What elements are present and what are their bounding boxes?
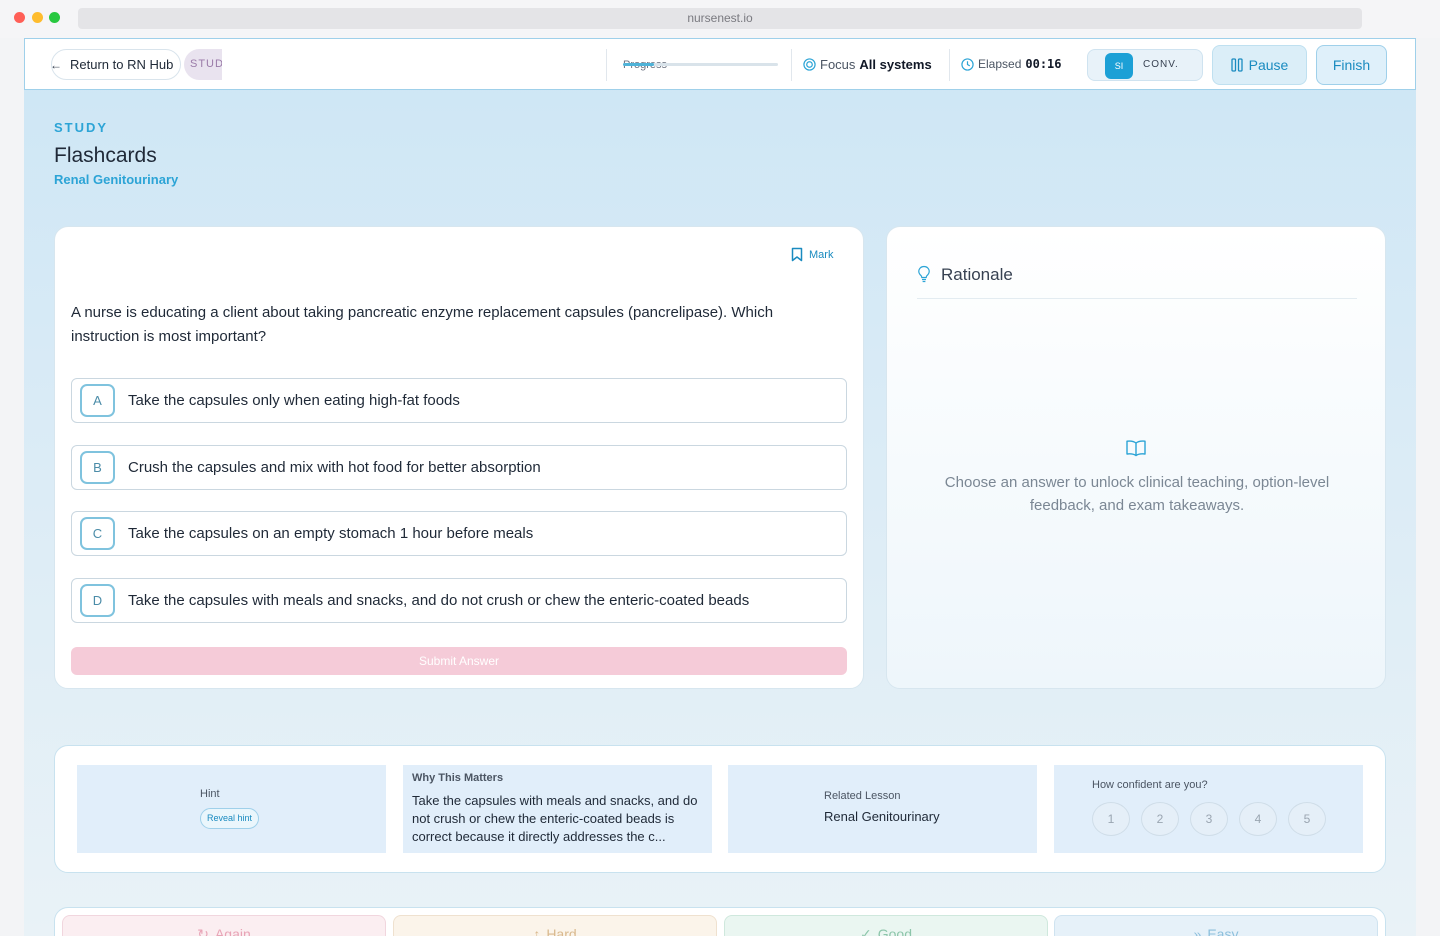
hint-label: Hint — [200, 788, 220, 800]
focus-value: All systems — [859, 57, 932, 72]
option-letter: A — [80, 384, 115, 417]
elapsed-label: Elapsed — [978, 57, 1022, 71]
question-card: Mark A nurse is educating a client about… — [54, 226, 864, 689]
option-letter: C — [80, 517, 115, 550]
rationale-title: Rationale — [941, 265, 1013, 284]
easy-label: Easy — [1207, 926, 1239, 936]
option-text: Take the capsules only when eating high-… — [128, 392, 460, 409]
rate-again-button[interactable]: ↻ Again — [62, 915, 386, 936]
bookmark-icon — [791, 247, 803, 262]
mark-button[interactable]: Mark — [791, 247, 833, 262]
option-letter: D — [80, 584, 115, 617]
study-mode-pill: STUDY — [184, 49, 222, 80]
browser-chrome: nursenest.io — [0, 0, 1440, 38]
elapsed-timer: Elapsed 00:16 — [961, 57, 1062, 71]
confidence-5-button[interactable]: 5 — [1288, 802, 1326, 836]
focus-filter[interactable]: Focus All systems — [803, 57, 932, 72]
toolbar-divider — [791, 49, 792, 81]
progress-bar-fill — [623, 63, 654, 66]
question-stem: A nurse is educating a client about taki… — [71, 304, 774, 345]
open-book-icon — [1126, 440, 1146, 457]
progress-bar — [623, 63, 778, 66]
lightbulb-icon — [918, 265, 930, 283]
study-aids-strip: Hint Reveal hint Why This Matters Take t… — [54, 745, 1386, 873]
pause-icon — [1230, 58, 1243, 72]
app-frame: ← Return to RN Hub STUDY Progress Focus … — [24, 38, 1416, 936]
session-toolbar: ← Return to RN Hub STUDY Progress Focus … — [24, 38, 1416, 90]
mode-conv-option[interactable]: CONV. — [1143, 50, 1179, 80]
page-subtitle: Renal Genitourinary — [54, 172, 179, 187]
rate-good-button[interactable]: ✓ Good — [724, 915, 1048, 936]
hard-label: Hard — [546, 926, 577, 936]
check-circle-icon: ✓ — [860, 926, 872, 936]
thumbs-up-icon: ↑ — [533, 926, 541, 936]
confidence-scale: 1 2 3 4 5 — [1092, 802, 1326, 836]
section-eyebrow: STUDY — [54, 120, 109, 135]
confidence-2-button[interactable]: 2 — [1141, 802, 1179, 836]
rationale-header: Rationale — [917, 265, 1357, 299]
focus-label: Focus — [820, 57, 856, 72]
option-text: Crush the capsules and mix with hot food… — [128, 459, 541, 476]
confidence-label: How confident are you? — [1092, 779, 1208, 791]
option-text: Take the capsules with meals and snacks,… — [128, 592, 750, 609]
confidence-panel: How confident are you? 1 2 3 4 5 — [1054, 765, 1363, 853]
mark-label: Mark — [809, 248, 834, 261]
rate-easy-button[interactable]: » Easy — [1054, 915, 1378, 936]
good-label: Good — [877, 926, 912, 936]
submit-answer-button[interactable]: Submit Answer — [71, 647, 847, 675]
target-icon — [803, 58, 816, 71]
rationale-placeholder: Choose an answer to unlock clinical teac… — [944, 474, 1330, 514]
address-bar[interactable]: nursenest.io — [78, 8, 1362, 29]
refresh-icon: ↻ — [197, 926, 209, 936]
page-title: Flashcards — [54, 144, 157, 167]
answer-option-d[interactable]: D Take the capsules with meals and snack… — [71, 578, 847, 623]
return-label: Return to RN Hub — [70, 57, 174, 72]
mode-toggle[interactable]: SI CONV. — [1087, 49, 1203, 81]
toolbar-divider — [606, 49, 607, 81]
close-window-dot[interactable] — [14, 12, 25, 23]
related-lesson-link[interactable]: Renal Genitourinary — [824, 809, 940, 824]
reveal-hint-button[interactable]: Reveal hint — [200, 808, 260, 829]
confidence-1-button[interactable]: 1 — [1092, 802, 1130, 836]
answer-option-a[interactable]: A Take the capsules only when eating hig… — [71, 378, 847, 423]
why-label: Why This Matters — [412, 772, 504, 784]
elapsed-value: 00:16 — [1025, 57, 1062, 71]
why-this-matters-panel: Why This Matters Take the capsules with … — [403, 765, 712, 853]
toolbar-divider — [949, 49, 950, 81]
back-arrow-icon: ← — [51, 57, 62, 72]
finish-button[interactable]: Finish — [1316, 45, 1387, 85]
hint-panel: Hint Reveal hint — [77, 765, 386, 853]
clock-icon — [961, 57, 974, 71]
maximize-window-dot[interactable] — [49, 12, 60, 23]
mode-si-option[interactable]: SI — [1105, 53, 1133, 79]
rationale-panel: Rationale Choose an answer to unlock cli… — [886, 226, 1386, 689]
pause-label: Pause — [1248, 57, 1289, 73]
pause-button[interactable]: Pause — [1212, 45, 1307, 85]
confidence-3-button[interactable]: 3 — [1190, 802, 1228, 836]
rate-hard-button[interactable]: ↑ Hard — [393, 915, 717, 936]
related-lesson-panel[interactable]: Related Lesson Renal Genitourinary — [728, 765, 1037, 853]
return-to-hub-button[interactable]: ← Return to RN Hub — [51, 49, 181, 80]
answer-option-c[interactable]: C Take the capsules on an empty stomach … — [71, 511, 847, 556]
why-text: Take the capsules with meals and snacks,… — [412, 793, 698, 844]
double-chevron-icon: » — [1193, 926, 1202, 936]
related-lesson-label: Related Lesson — [824, 790, 901, 802]
recall-rating-bar: ↻ Again ↑ Hard ✓ Good » Easy — [54, 907, 1386, 936]
confidence-4-button[interactable]: 4 — [1239, 802, 1277, 836]
again-label: Again — [214, 926, 251, 936]
option-letter: B — [80, 451, 115, 484]
minimize-window-dot[interactable] — [32, 12, 43, 23]
option-text: Take the capsules on an empty stomach 1 … — [128, 525, 534, 542]
answer-option-b[interactable]: B Crush the capsules and mix with hot fo… — [71, 445, 847, 490]
